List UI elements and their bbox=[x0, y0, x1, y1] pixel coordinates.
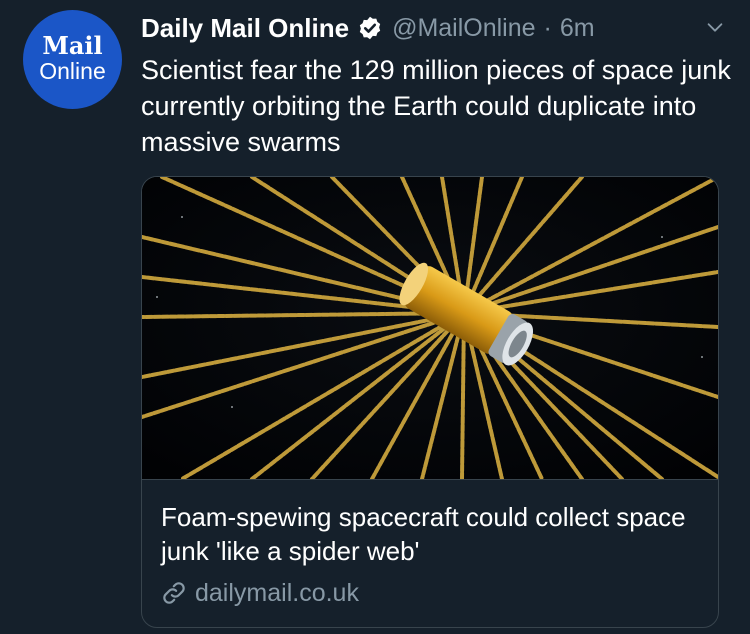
tweet-header: Daily Mail Online @MailOnline · 6m bbox=[141, 10, 726, 46]
card-domain-link[interactable]: dailymail.co.uk bbox=[161, 576, 359, 610]
tweet-text: Scientist fear the 129 million pieces of… bbox=[141, 55, 731, 157]
avatar-logo-line1: Mail bbox=[42, 30, 103, 60]
card-title[interactable]: Foam-spewing spacecraft could collect sp… bbox=[161, 500, 701, 568]
author-name[interactable]: Daily Mail Online bbox=[141, 13, 349, 44]
avatar-logo-line2: Online bbox=[39, 57, 106, 84]
link-icon bbox=[163, 582, 185, 604]
chevron-down-icon[interactable] bbox=[704, 16, 726, 38]
spacecraft-foam-web-image[interactable] bbox=[142, 177, 718, 479]
link-card[interactable]: Foam-spewing spacecraft could collect sp… bbox=[141, 176, 719, 628]
avatar[interactable]: Mail Online bbox=[23, 10, 122, 109]
card-domain: dailymail.co.uk bbox=[195, 578, 359, 607]
tweet-timestamp[interactable]: 6m bbox=[560, 14, 595, 43]
verified-badge-icon bbox=[359, 16, 381, 40]
separator-dot: · bbox=[543, 13, 552, 42]
card-body[interactable]: Foam-spewing spacecraft could collect sp… bbox=[142, 479, 718, 627]
author-handle[interactable]: @MailOnline bbox=[392, 14, 535, 43]
